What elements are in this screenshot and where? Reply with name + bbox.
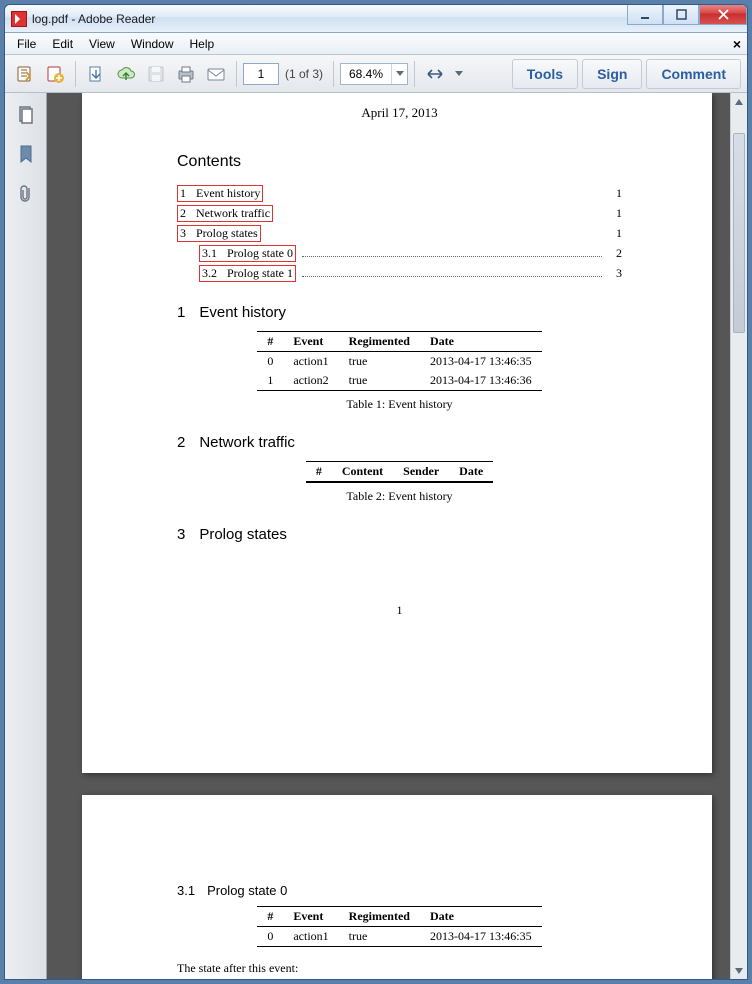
print-button[interactable] (172, 60, 200, 88)
page-number: 1 (177, 603, 622, 618)
document-date: April 17, 2013 (177, 105, 622, 121)
toolbar-separator (236, 61, 237, 87)
vertical-scrollbar[interactable] (730, 93, 747, 979)
save-button[interactable] (142, 60, 170, 88)
toc-link[interactable]: 3Prolog states (177, 225, 261, 242)
minimize-button[interactable] (627, 5, 663, 25)
titlebar: log.pdf - Adobe Reader (5, 5, 747, 33)
table-caption: Table 1: Event history (177, 397, 622, 412)
window-title: log.pdf - Adobe Reader (32, 12, 155, 26)
document-viewport[interactable]: April 17, 2013 Contents 1Event history 1… (47, 93, 747, 979)
app-window: log.pdf - Adobe Reader File Edit View Wi… (4, 4, 748, 980)
content-area: April 17, 2013 Contents 1Event history 1… (5, 93, 747, 979)
cloud-button[interactable] (112, 60, 140, 88)
toc-entry: 3.1Prolog state 0 2 (177, 245, 622, 262)
prolog-state-table: #Event RegimentedDate 0action1true2013-0… (257, 906, 541, 947)
create-pdf-button[interactable] (41, 60, 69, 88)
zoom-input[interactable] (341, 64, 391, 84)
menu-help[interactable]: Help (182, 35, 223, 53)
maximize-button[interactable] (663, 5, 699, 25)
menu-window[interactable]: Window (123, 35, 182, 53)
event-history-table: #Event RegimentedDate 0action1true2013-0… (257, 331, 541, 391)
toc-link[interactable]: 2Network traffic (177, 205, 273, 222)
menubar-close-icon[interactable]: × (733, 36, 741, 52)
table-caption: Table 2: Event history (177, 489, 622, 504)
pdf-page: 3.1Prolog state 0 #Event RegimentedDate … (82, 795, 712, 979)
toc-entry: 1Event history 1 (177, 185, 622, 202)
toolbar: (1 of 3) Tools Sign Comment (5, 55, 747, 93)
contents-heading: Contents (177, 153, 622, 171)
scroll-down-icon[interactable] (731, 962, 747, 979)
zoom-combo[interactable] (340, 63, 408, 85)
toolbar-separator (333, 61, 334, 87)
table-row: 0action1true2013-04-17 13:46:35 (257, 352, 541, 372)
section-heading: 3Prolog states (177, 526, 622, 543)
close-button[interactable] (699, 5, 747, 25)
table-row: 0action1true2013-04-17 13:46:35 (257, 927, 541, 947)
table-row: 1action2true2013-04-17 13:46:36 (257, 371, 541, 391)
section-heading: 2Network traffic (177, 434, 622, 451)
toolbar-separator (414, 61, 415, 87)
toc-link[interactable]: 1Event history (177, 185, 263, 202)
bookmarks-icon[interactable] (11, 139, 41, 169)
page-number-input[interactable] (243, 63, 279, 85)
pdf-page: April 17, 2013 Contents 1Event history 1… (82, 93, 712, 773)
adobe-reader-icon (11, 11, 27, 27)
email-button[interactable] (202, 60, 230, 88)
toolbar-dropdown[interactable] (451, 60, 467, 88)
export-pdf-button[interactable] (11, 60, 39, 88)
tools-panel-button[interactable]: Tools (512, 59, 578, 89)
chevron-down-icon[interactable] (391, 64, 407, 84)
section-heading: 1Event history (177, 304, 622, 321)
scroll-up-icon[interactable] (731, 93, 747, 110)
sign-panel-button[interactable]: Sign (582, 59, 642, 89)
page-thumbnails-icon[interactable] (11, 99, 41, 129)
toolbar-separator (75, 61, 76, 87)
state-after-text: The state after this event: (177, 961, 622, 976)
nav-sidebar (5, 93, 47, 979)
subsection-heading: 3.1Prolog state 0 (177, 883, 622, 898)
toc-link[interactable]: 3.2Prolog state 1 (199, 265, 296, 282)
toc-entry: 2Network traffic 1 (177, 205, 622, 222)
menu-edit[interactable]: Edit (44, 35, 81, 53)
toc-entry: 3Prolog states 1 (177, 225, 622, 242)
menubar: File Edit View Window Help × (5, 33, 747, 55)
read-mode-button[interactable] (421, 60, 449, 88)
page-count-label: (1 of 3) (281, 67, 327, 81)
attachments-icon[interactable] (11, 179, 41, 209)
toc-entry: 3.2Prolog state 1 3 (177, 265, 622, 282)
menu-file[interactable]: File (9, 35, 44, 53)
menu-view[interactable]: View (81, 35, 123, 53)
open-button[interactable] (82, 60, 110, 88)
network-traffic-table: #Content SenderDate (306, 461, 493, 483)
toc-link[interactable]: 3.1Prolog state 0 (199, 245, 296, 262)
comment-panel-button[interactable]: Comment (646, 59, 741, 89)
scrollbar-thumb[interactable] (733, 133, 745, 333)
